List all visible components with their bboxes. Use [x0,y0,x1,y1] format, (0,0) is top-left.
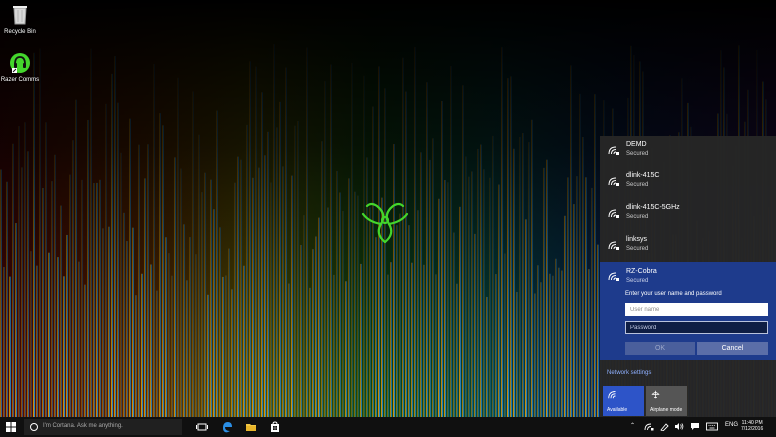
wifi-secured-icon [608,272,619,281]
clock-date: 7/12/2016 [741,426,764,432]
cancel-button[interactable]: Cancel [697,342,768,355]
network-item[interactable]: DEMD Secured [600,136,776,166]
taskbar: I'm Cortana. Ask me anything. ⌃ ENG 11:4… [0,417,776,437]
airplane-icon [651,390,660,399]
file-explorer-icon[interactable] [245,421,257,433]
network-item[interactable]: dlink-415C-5GHz Secured [600,199,776,229]
store-icon[interactable] [269,421,281,433]
show-hidden-icons-chevron-up-icon[interactable]: ⌃ [630,422,635,429]
selected-network-panel: RZ-Cobra Secured Enter your user name an… [600,262,776,360]
credentials-prompt: Enter your user name and password [625,291,722,297]
ok-button[interactable]: OK [625,342,695,355]
network-ssid: linksys [626,236,648,243]
network-ssid: dlink-415C [626,172,660,179]
desktop-icon-razer-comms[interactable]: Razer Comms [0,52,40,83]
wifi-flyout: DEMD Secured dlink-415C Secured dlink-41… [600,136,776,417]
razer-logo-icon [361,202,409,244]
touch-keyboard-icon[interactable] [706,422,718,431]
wifi-icon [608,391,616,399]
cortana-icon [30,423,38,431]
wifi-secured-icon [608,146,619,155]
razer-comms-icon [10,53,30,73]
recycle-bin-icon [13,6,27,25]
desktop-icon-recycle-bin[interactable]: Recycle Bin [0,4,40,35]
airplane-mode-tile[interactable]: Airplane mode [646,386,687,416]
wifi-quick-action-tile[interactable]: Available [603,386,644,416]
action-center-icon[interactable] [690,422,700,431]
network-ssid: RZ-Cobra [626,268,657,275]
network-item[interactable]: dlink-415C Secured [600,167,776,197]
network-status: Secured [626,151,649,157]
cortana-search-box[interactable]: I'm Cortana. Ask me anything. [24,419,182,435]
tile-label: Available [607,407,628,413]
network-status: Secured [626,182,649,188]
network-status: Secured [626,246,649,252]
network-status: Secured [626,278,649,284]
network-item[interactable]: linksys Secured [600,231,776,261]
volume-icon[interactable] [674,422,684,431]
tile-label: Airplane mode [650,407,683,413]
pen-workspace-icon[interactable] [660,422,669,431]
network-settings-link[interactable]: Network settings [607,370,651,376]
wifi-secured-icon [608,177,619,186]
password-input[interactable] [625,321,768,334]
network-status: Secured [626,214,649,220]
network-tray-icon[interactable] [644,422,654,431]
network-ssid: DEMD [626,141,647,148]
input-language-indicator[interactable]: ENG [725,422,738,428]
edge-browser-icon[interactable] [221,421,233,433]
windows-start-icon[interactable] [6,422,16,432]
desktop-icon-label: Razer Comms [0,77,40,83]
desktop-icon-label: Recycle Bin [4,29,36,35]
network-ssid: dlink-415C-5GHz [626,204,680,211]
username-input[interactable] [625,303,768,316]
wifi-secured-icon [608,209,619,218]
wifi-secured-icon [608,241,619,250]
task-view-icon[interactable] [196,421,208,433]
system-clock[interactable]: 11:40 PM 7/12/2016 [741,420,763,432]
search-placeholder: I'm Cortana. Ask me anything. [43,423,123,429]
